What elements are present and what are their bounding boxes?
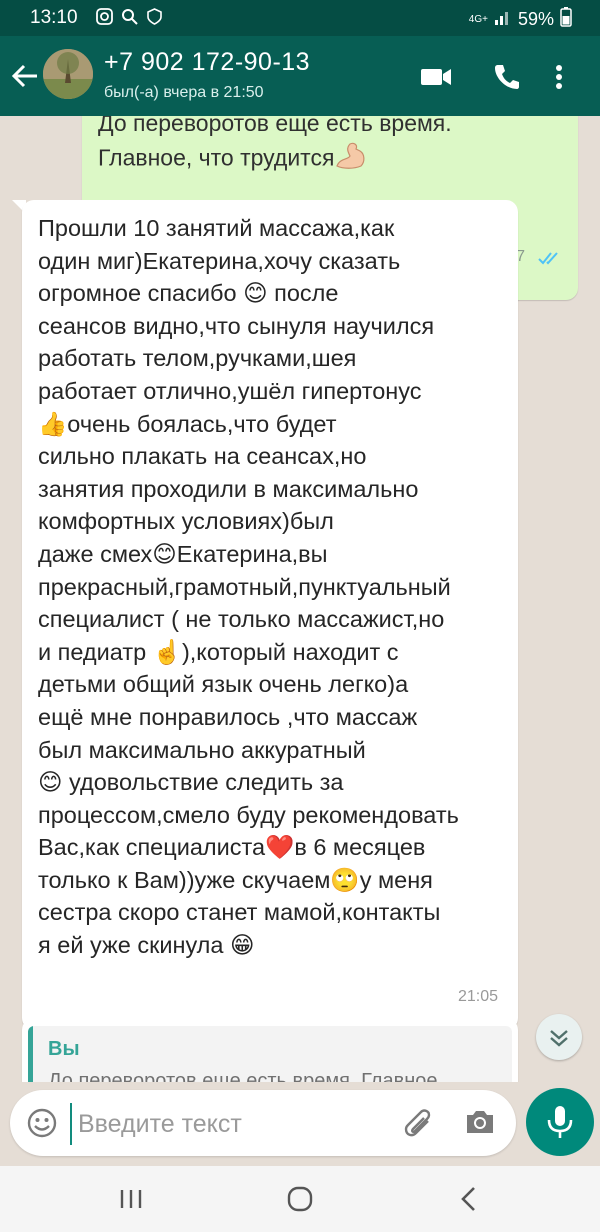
quoted-text: До переворотов еще есть время. Главное	[48, 1070, 438, 1082]
avatar[interactable]	[43, 49, 93, 99]
chevron-down-icon	[550, 1030, 568, 1047]
emoji-icon[interactable]	[26, 1107, 58, 1144]
more-options-icon[interactable]	[554, 62, 584, 92]
attach-icon[interactable]	[402, 1107, 436, 1144]
incoming-message[interactable]: Прошли 10 занятий массажа,как один миг)Е…	[22, 200, 518, 1030]
message-time: 21:05	[458, 988, 499, 1005]
search-icon	[121, 8, 138, 25]
home-icon[interactable]	[283, 1182, 317, 1216]
message-text: Прошли 10 занятий массажа,как один миг)Е…	[38, 215, 459, 959]
contact-name[interactable]: +7 902 172-90-13	[104, 48, 310, 77]
chat-header: +7 902 172-90-13 был(-а) вчера в 21:50	[0, 36, 600, 116]
back-arrow-icon[interactable]	[10, 61, 40, 91]
last-seen: был(-а) вчера в 21:50	[104, 84, 264, 101]
instagram-icon	[96, 8, 113, 25]
flexed-biceps-icon	[334, 140, 368, 179]
phone-icon[interactable]	[492, 62, 522, 92]
mic-button[interactable]	[526, 1088, 594, 1156]
network-label: 4G+	[468, 14, 488, 25]
badge-icon	[146, 8, 163, 25]
video-call-icon[interactable]	[420, 62, 451, 92]
message-composer	[10, 1090, 516, 1156]
signal-icon	[494, 8, 512, 31]
battery-level: 59%	[517, 9, 554, 29]
outgoing-reply-message[interactable]: Вы До переворотов еще есть время. Главно…	[22, 1018, 518, 1082]
mic-icon	[547, 1106, 573, 1138]
recents-icon[interactable]	[114, 1182, 148, 1216]
message-text-line: Главное, что трудится	[98, 144, 335, 171]
camera-icon[interactable]	[464, 1107, 496, 1142]
battery-icon	[560, 7, 572, 32]
quoted-message[interactable]: Вы До переворотов еще есть время. Главно…	[28, 1026, 512, 1082]
quoted-sender: Вы	[48, 1038, 80, 1060]
message-input[interactable]	[70, 1103, 400, 1145]
read-receipt-icon	[538, 250, 564, 271]
system-nav-bar	[0, 1166, 600, 1232]
message-text-line: До переворотов еще есть время.	[98, 116, 452, 136]
quote-bar	[28, 1026, 33, 1082]
nav-back-icon[interactable]	[452, 1182, 486, 1216]
status-bar: 13:10 4G+ 59%	[0, 0, 600, 36]
status-time: 13:10	[30, 7, 78, 28]
scroll-to-bottom-button[interactable]	[536, 1014, 582, 1060]
chat-area[interactable]: До переворотов еще есть время. Главное, …	[0, 116, 600, 1082]
